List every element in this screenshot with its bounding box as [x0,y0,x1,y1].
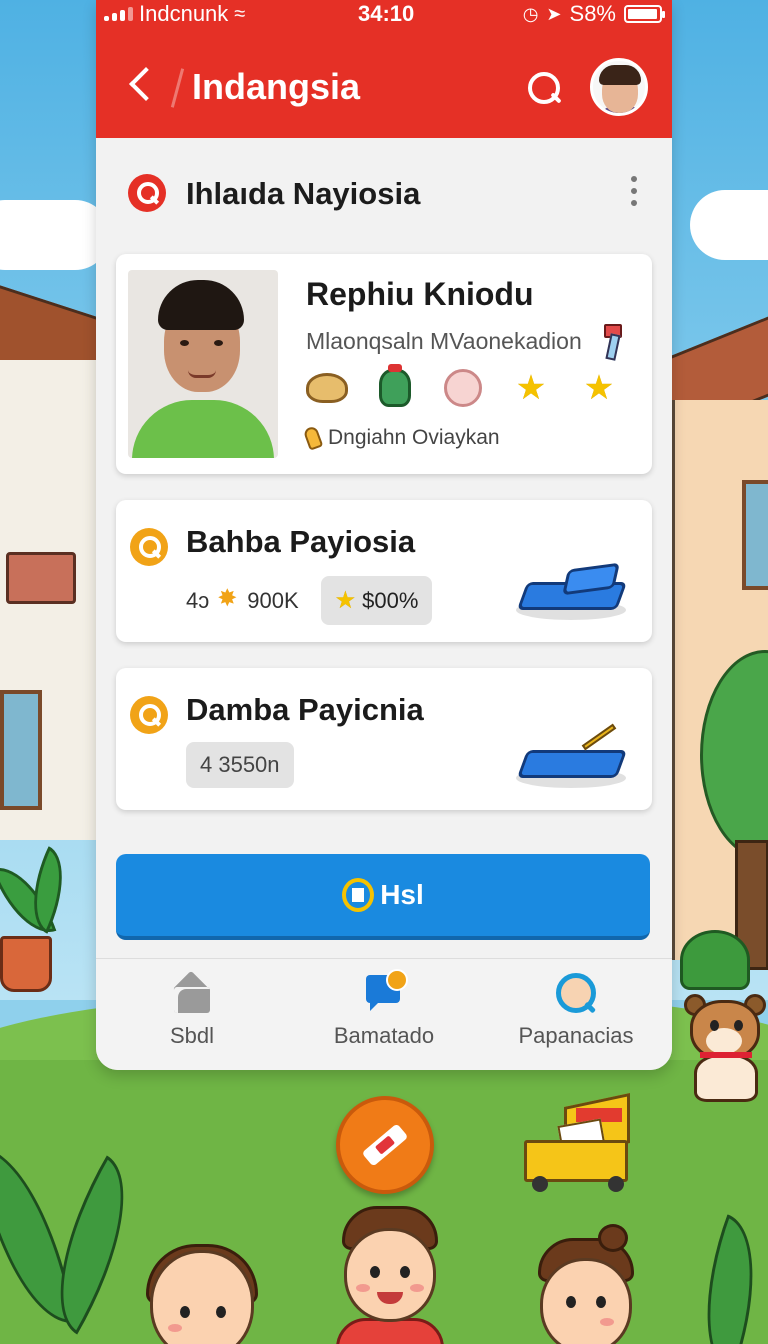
profile-subtitle: Mlaonqsaln MVaonekadion [306,328,582,354]
sparkle-icon [217,584,239,614]
battery-icon [624,5,665,23]
primary-button[interactable]: Hsl [116,854,650,940]
home-icon [168,971,216,1015]
list-item[interactable]: Bahba Payiosia 4ↄ 900K ★ $00% [116,500,652,642]
avatar[interactable] [590,58,648,116]
nav-item-search[interactable]: Papanacias [480,959,672,1070]
hand-icon [302,425,324,451]
battery-percent: S8% [569,1,616,26]
kid-illustration [538,1224,634,1344]
pin-icon [604,324,622,358]
floating-action-button[interactable] [336,1096,434,1194]
nav-label: Sbdl [169,1023,215,1048]
app-bar-divider [170,68,185,108]
primary-button-label: Hsl [380,879,424,910]
section-title: Ihlaıda Nayiosia [186,176,421,211]
house-window [742,480,768,590]
toy-box-illustration [520,1092,640,1192]
star-icon: ★ [583,369,615,407]
nav-item-home[interactable]: Sbdl [96,959,288,1070]
nav-label: Papanacias [518,1023,634,1048]
bottom-nav: Sbdl Bamatado Papanacias [96,958,672,1070]
bread-icon [306,368,348,408]
profile-location-text: Dngiahn Oviaykan [328,426,500,449]
carrier-name: Indcnunk [139,1,229,26]
search-icon [128,174,166,212]
search-icon[interactable] [524,68,564,108]
profile-card[interactable]: Rephiu Kniodu Mlaonqsaln MVaonekadion ★ … [116,254,652,474]
eraser-icon [361,1123,409,1167]
status-time: 34:10 [358,1,415,26]
app-title: Indangsia [192,66,361,107]
wifi-icon: ≈ [234,2,246,25]
kid-illustration [342,1206,438,1322]
item-meta: 4ↄ 900K ★ $00% [186,576,433,625]
pot-icon [374,364,416,408]
item-amount: 900K [247,587,299,613]
item-count: 4ↄ [186,587,210,613]
profile-photo [128,270,278,458]
profile-location: Dngiahn Oviaykan [302,425,500,451]
tray-icon [516,562,628,622]
badge-row: ★ ★ [306,364,620,408]
profile-name: Rephiu Kniodu [306,276,534,312]
air-conditioner [6,552,76,604]
status-badge-text: $00% [362,587,419,613]
dog-illustration [682,992,768,1104]
status-bar: Indcnunk ≈ 34:10 ◷ ➤ S8% [96,0,672,30]
signal-icon [104,7,133,21]
item-title: Bahba Payiosia [186,524,416,559]
search-icon [552,971,600,1019]
info-icon [342,878,375,912]
kebab-menu-icon[interactable] [626,176,642,210]
kid-illustration [146,1244,258,1344]
bush [680,930,750,990]
chat-icon [362,969,408,1015]
alarm-icon: ◷ [522,3,539,24]
nav-item-messages[interactable]: Bamatado [288,959,480,1070]
status-badge: ★ $00% [320,576,433,625]
search-icon [130,528,168,566]
star-icon: ★ [515,369,547,407]
tray-pen-icon [516,723,628,790]
app-bar: Indangsia [96,30,672,138]
status-badge: 4 3550n [186,742,294,788]
phone-screen: Indcnunk ≈ 34:10 ◷ ➤ S8% Indangsia Ihlaı… [96,0,672,1070]
flower-pot [0,936,52,992]
section-header: Ihlaıda Nayiosia [96,160,672,224]
location-icon: ➤ [546,3,562,24]
item-title: Damba Payicnia [186,692,424,727]
search-icon [130,696,168,734]
list-item[interactable]: Damba Payicnia 4 3550n [116,668,652,810]
chevron-left-icon[interactable] [126,66,156,104]
cloud [690,190,768,260]
house-window [0,690,42,810]
cloud [0,200,110,270]
nav-label: Bamatado [333,1023,435,1048]
star-icon: ★ [334,587,357,614]
ball-icon [442,368,484,408]
